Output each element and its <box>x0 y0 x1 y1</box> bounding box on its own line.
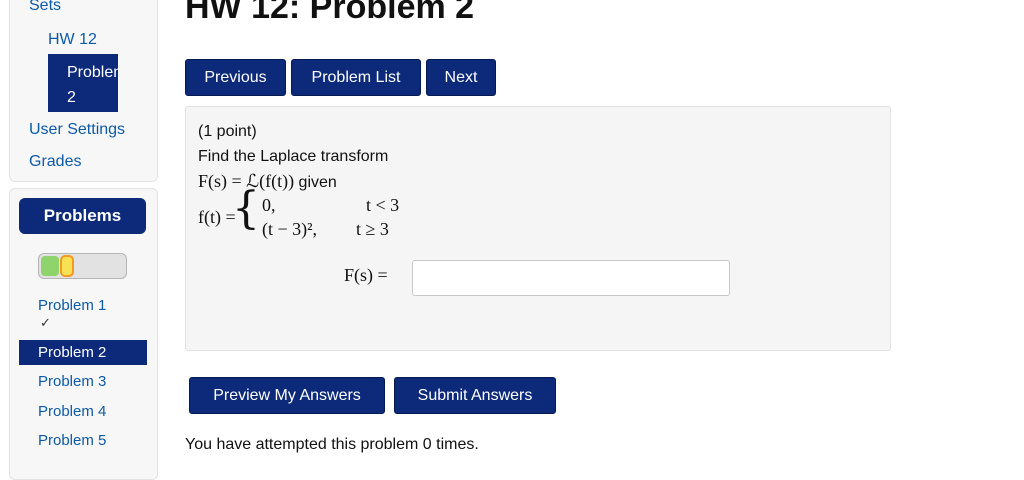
check-icon: ✓ <box>40 315 51 330</box>
previous-button[interactable]: Previous <box>185 59 286 96</box>
problem-link-2-active[interactable]: Problem 2 <box>19 340 147 365</box>
preview-answers-button[interactable]: Preview My Answers <box>189 377 385 414</box>
next-button[interactable]: Next <box>426 59 496 96</box>
case1-condition: t < 3 <box>366 195 400 215</box>
case1-expression: 0, <box>262 195 276 215</box>
case2-condition: t ≥ 3 <box>356 219 389 239</box>
answer-label: F(s) = <box>344 265 388 285</box>
progress-current-segment <box>60 255 74 277</box>
case2-expression: (t − 3)², <box>262 219 318 239</box>
sidebar-item-current-problem[interactable]: Problem 2 <box>48 54 118 112</box>
sidebar-link-grades[interactable]: Grades <box>29 153 81 171</box>
problem-link-4[interactable]: Problem 4 <box>38 403 106 420</box>
problem-instruction: Find the Laplace transform <box>198 148 389 165</box>
problem-link-1[interactable]: Problem 1 <box>38 297 106 314</box>
problem-body: (1 point) Find the Laplace transform F(s… <box>185 106 891 351</box>
given-line: F(s) = ℒ(f(t)) given <box>198 171 337 192</box>
sidebar-link-set-hw12[interactable]: HW 12 <box>48 31 97 49</box>
problems-heading: Problems <box>19 198 146 234</box>
progress-bar <box>38 253 127 279</box>
progress-correct-segment <box>41 256 59 276</box>
page-title: HW 12: Problem 2 <box>185 0 475 26</box>
piecewise-brace: { <box>232 183 260 234</box>
sidebar-link-user-settings[interactable]: User Settings <box>29 121 125 139</box>
sidebar-link-sets[interactable]: Sets <box>29 0 61 15</box>
given-word: given <box>298 174 337 191</box>
problem-link-3[interactable]: Problem 3 <box>38 373 106 390</box>
problem-list-button[interactable]: Problem List <box>291 59 421 96</box>
function-lhs: f(t) = <box>198 207 236 227</box>
problem-link-5[interactable]: Problem 5 <box>38 432 106 449</box>
answer-input[interactable] <box>412 260 730 296</box>
problem-points: (1 point) <box>198 123 257 140</box>
submit-answers-button[interactable]: Submit Answers <box>394 377 556 414</box>
attempts-text: You have attempted this problem 0 times. <box>185 436 479 453</box>
